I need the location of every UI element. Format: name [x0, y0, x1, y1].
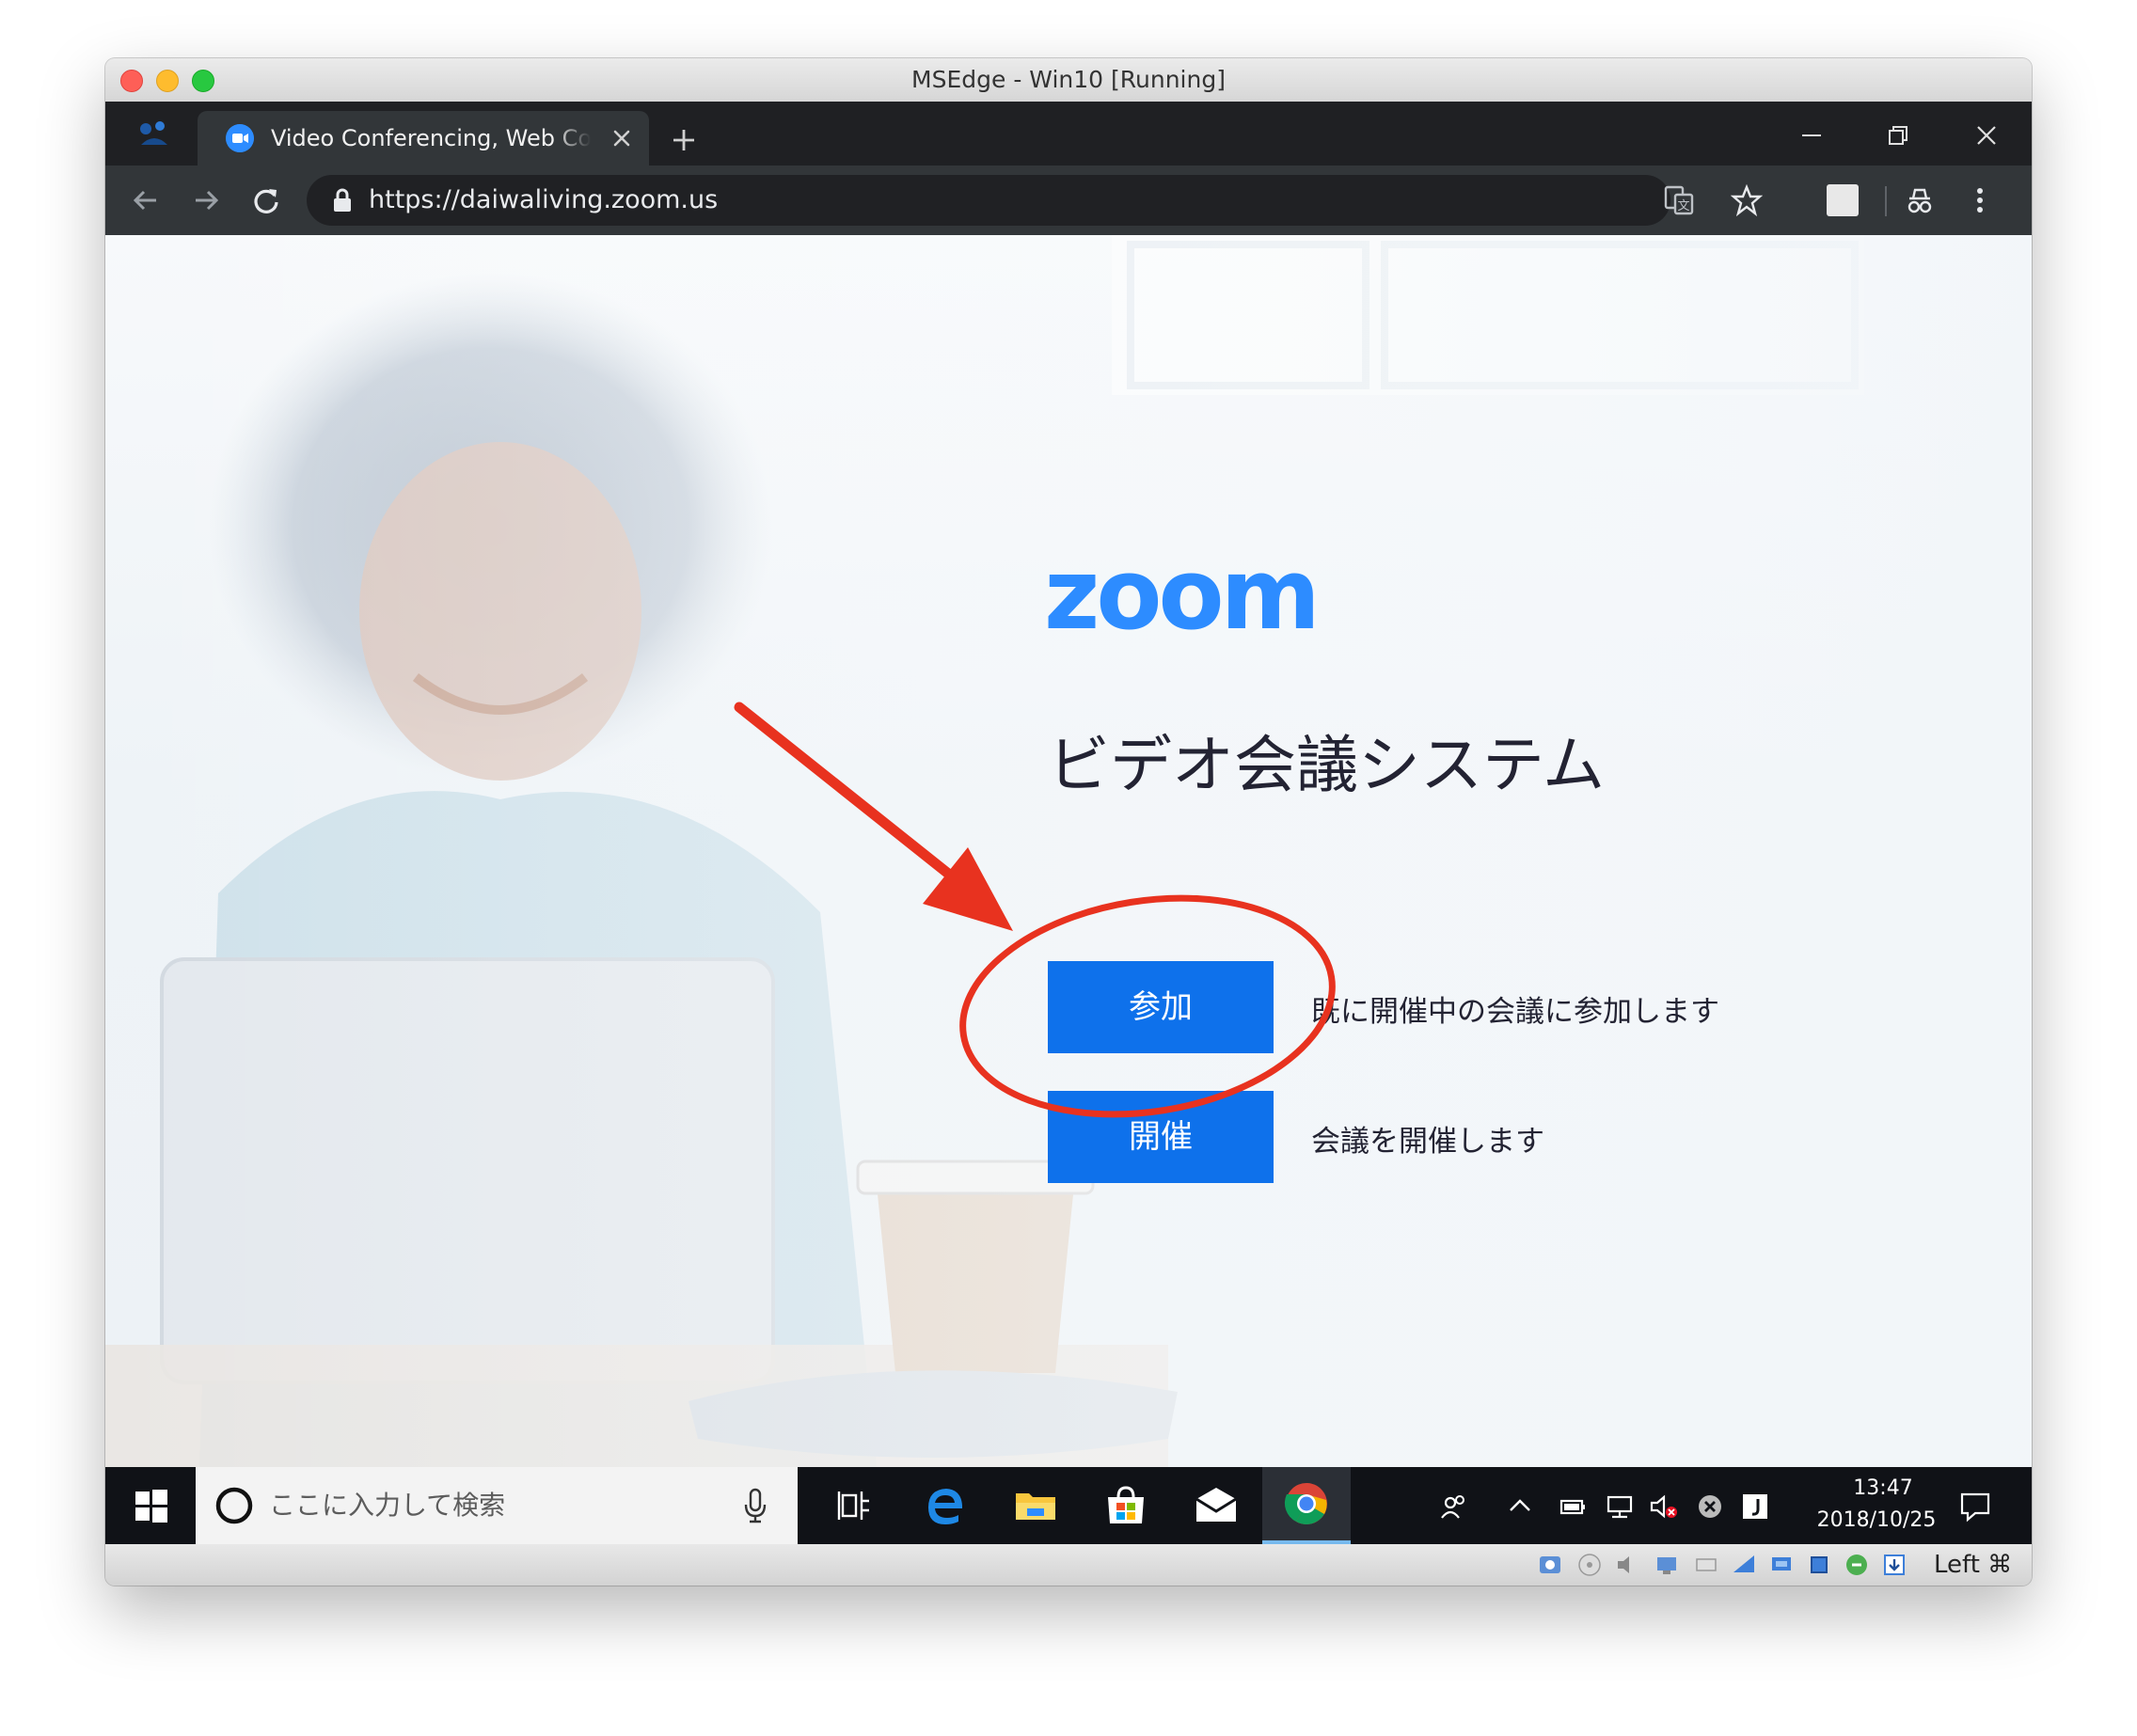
shared-folder-icon[interactable]	[1731, 1552, 1757, 1578]
edge-icon[interactable]	[920, 1480, 971, 1531]
keyboard-capture-icon[interactable]	[1881, 1552, 1907, 1578]
cortana-icon	[215, 1487, 253, 1524]
chrome-taskbar-button[interactable]	[1262, 1467, 1351, 1544]
cpu-icon[interactable]	[1806, 1552, 1832, 1578]
clock-date[interactable]: 2018/10/25	[1806, 1508, 1947, 1532]
toolbar-separator	[1885, 186, 1887, 216]
hard-disk-icon[interactable]	[1537, 1552, 1563, 1578]
taskbar-search-input[interactable]: ここに入力して検索	[196, 1467, 798, 1544]
window-title: MSEdge - Win10 [Running]	[911, 66, 1226, 93]
menu-kebab-icon[interactable]	[1964, 184, 1996, 216]
vbox-network-icon[interactable]	[1654, 1552, 1680, 1578]
zoom-logo: zoom	[1044, 555, 1321, 641]
close-icon[interactable]	[1973, 122, 2000, 149]
file-explorer-icon[interactable]	[1010, 1480, 1061, 1531]
usb-icon[interactable]	[1693, 1552, 1719, 1578]
address-bar[interactable]: https://daiwaliving.zoom.us	[307, 175, 1670, 226]
bookmark-star-icon[interactable]	[1731, 184, 1763, 216]
reload-icon[interactable]	[250, 184, 282, 216]
microphone-icon[interactable]	[743, 1488, 768, 1523]
chrome-icon	[1284, 1483, 1327, 1524]
zoom-landing-page: zoom ビデオ会議システム 参加 既に開催中の会議に参加します 開催 会議を開…	[105, 235, 2032, 1467]
optical-drive-icon[interactable]	[1576, 1552, 1603, 1578]
windows-taskbar: ここに入力して検索 13:47 2018/10/25	[105, 1467, 2032, 1544]
minimize-icon[interactable]	[1798, 122, 1825, 149]
error-icon[interactable]	[1695, 1491, 1725, 1522]
svg-text:文: 文	[1677, 199, 1689, 213]
browser-toolbar: https://daiwaliving.zoom.us 文	[105, 166, 2032, 235]
tab-title: Video Conferencing, Web Conferencing	[271, 111, 591, 166]
back-icon[interactable]	[130, 184, 162, 216]
people-icon[interactable]	[1439, 1491, 1469, 1522]
virtualbox-status-bar: Left ⌘	[105, 1544, 2032, 1586]
search-placeholder: ここに入力して検索	[269, 1490, 506, 1521]
forward-icon[interactable]	[190, 184, 222, 216]
browser-tab[interactable]: Video Conferencing, Web Conferencing	[198, 111, 649, 166]
join-description: 既に開催中の会議に参加します	[1311, 995, 1719, 1029]
lock-icon	[334, 188, 351, 212]
join-meeting-button[interactable]: 参加	[1048, 961, 1274, 1053]
svg-text:zoom: zoom	[1044, 555, 1317, 641]
battery-icon	[1559, 1499, 1585, 1515]
network-icon[interactable]	[1605, 1491, 1635, 1522]
hero-background-image	[105, 235, 2032, 1467]
profile-icon[interactable]	[137, 118, 171, 149]
mail-icon[interactable]	[1191, 1480, 1242, 1531]
restore-icon[interactable]	[1885, 122, 1911, 149]
browser-tab-strip: Video Conferencing, Web Conferencing	[105, 102, 2032, 166]
mac-titlebar: MSEdge - Win10 [Running]	[105, 58, 2032, 103]
host-description: 会議を開催します	[1311, 1125, 1544, 1159]
display-icon[interactable]	[1768, 1552, 1795, 1578]
url-text: https://daiwaliving.zoom.us	[369, 185, 719, 214]
close-tab-icon[interactable]	[608, 124, 636, 152]
host-meeting-button[interactable]: 開催	[1048, 1091, 1274, 1183]
ime-icon[interactable]	[1740, 1491, 1770, 1522]
mouse-integration-icon[interactable]	[1844, 1552, 1870, 1578]
chevron-up-icon[interactable]	[1505, 1491, 1535, 1522]
clock-time[interactable]: 13:47	[1836, 1476, 1930, 1500]
incognito-icon[interactable]	[1904, 184, 1936, 216]
vm-window: MSEdge - Win10 [Running] Video Conferenc…	[105, 58, 2032, 1586]
zoom-favicon-icon	[226, 124, 254, 152]
host-key-label: Left ⌘	[1934, 1551, 2013, 1579]
store-icon[interactable]	[1100, 1480, 1151, 1531]
extension-icon[interactable]	[1827, 184, 1859, 216]
new-tab-icon[interactable]	[670, 126, 698, 154]
translate-icon[interactable]: 文	[1663, 184, 1695, 216]
audio-icon[interactable]	[1614, 1552, 1640, 1578]
task-view-icon[interactable]	[830, 1480, 880, 1531]
volume-muted-icon[interactable]	[1648, 1491, 1678, 1522]
notification-icon[interactable]	[1958, 1490, 1992, 1523]
page-heading: ビデオ会議システム	[1048, 729, 1606, 801]
windows-start-icon[interactable]	[134, 1488, 169, 1523]
